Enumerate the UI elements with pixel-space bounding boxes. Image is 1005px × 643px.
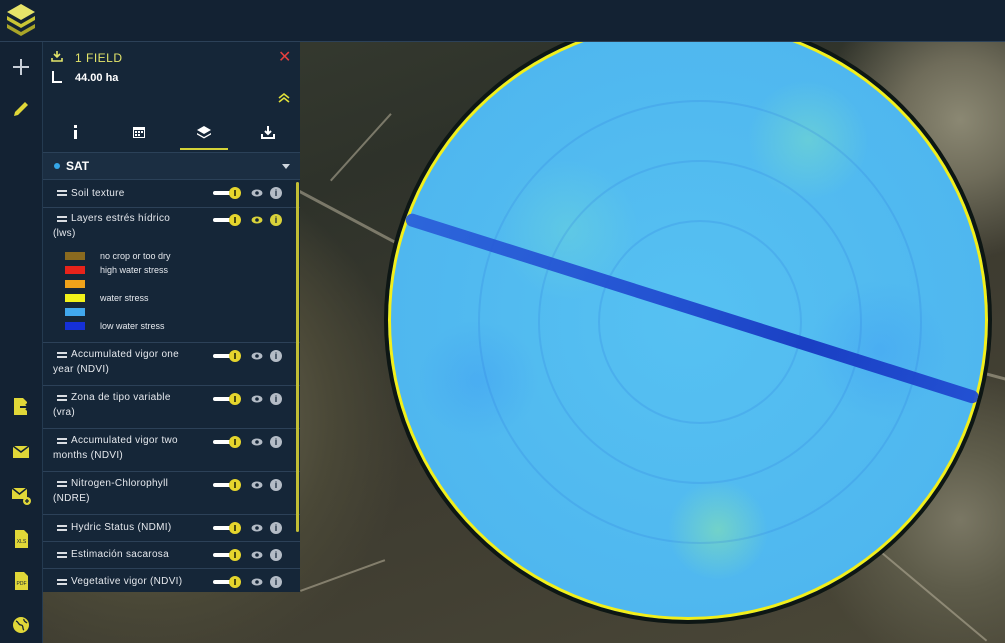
caret-down-icon[interactable] [282, 164, 290, 169]
legend-swatch [65, 252, 85, 260]
layer-name: Vegetative vigor (NDVI) [71, 576, 183, 587]
legend-swatch [65, 308, 85, 316]
info-icon[interactable]: i [270, 549, 282, 561]
field-panel: 1 FIELD ✕ 44.00 ha SAT Soil texture i La… [43, 42, 300, 592]
layer-row[interactable]: Accumulated vigor one year (NDVI) i [43, 343, 300, 386]
layer-row[interactable]: Vegetative vigor (NDVI) i [43, 569, 300, 595]
info-icon[interactable]: i [270, 576, 282, 588]
info-icon [74, 125, 78, 139]
svg-text:XLS: XLS [17, 539, 27, 545]
svg-text:PDF: PDF [17, 581, 27, 587]
calendar-icon [133, 127, 146, 138]
layer-row[interactable]: Nitrogen-Chlorophyll (NDRE) i [43, 472, 300, 515]
legend-label: no crop or too dry [100, 251, 171, 261]
layer-toggle[interactable] [213, 214, 243, 226]
tab-info[interactable] [43, 114, 107, 150]
area-icon [52, 71, 62, 83]
mail-icon[interactable] [8, 438, 34, 464]
legend-label: high water stress [100, 265, 169, 275]
left-toolbar: XLS PDF [0, 42, 43, 643]
eye-icon[interactable] [251, 394, 263, 404]
download-icon [260, 126, 275, 139]
eye-icon[interactable] [251, 351, 263, 361]
layer-toggle[interactable] [213, 479, 243, 491]
download-icon[interactable] [51, 50, 63, 62]
plus-icon[interactable] [8, 54, 34, 80]
eye-icon[interactable] [251, 577, 263, 587]
layer-name-line2: (NDRE) [53, 493, 90, 504]
xls-file-icon[interactable]: XLS [8, 526, 34, 552]
legend-swatch [65, 294, 85, 302]
layer-toggle[interactable] [213, 549, 243, 561]
layer-name-line2: months (NDVI) [53, 450, 124, 461]
layer-row[interactable]: Hydric Status (NDMI) i [43, 515, 300, 542]
layer-toggle[interactable] [213, 187, 243, 199]
legend-swatch [65, 266, 85, 274]
panel-tabs [43, 114, 300, 150]
info-icon[interactable]: i [270, 187, 282, 199]
double-chevron-up-icon[interactable] [277, 92, 291, 104]
info-icon[interactable]: i [270, 214, 282, 226]
layer-name: Accumulated vigor one [71, 349, 180, 360]
layer-name: Hydric Status (NDMI) [71, 522, 172, 533]
layer-toggle[interactable] [213, 522, 243, 534]
app-logo-icon[interactable] [5, 2, 37, 38]
layer-name-line2: (lws) [53, 228, 76, 239]
eye-icon[interactable] [251, 550, 263, 560]
layer-name: Estimación sacarosa [71, 549, 169, 560]
field-area: 44.00 ha [75, 72, 119, 84]
tab-download[interactable] [236, 114, 300, 150]
export-file-icon[interactable] [8, 394, 34, 420]
close-icon[interactable]: ✕ [278, 47, 291, 67]
layer-row[interactable]: Accumulated vigor two months (NDVI) i [43, 429, 300, 472]
field-title: 1 FIELD [75, 51, 123, 65]
layers-icon [196, 126, 211, 139]
layer-toggle[interactable] [213, 436, 243, 448]
source-dot-icon [54, 163, 60, 169]
pdf-file-icon[interactable]: PDF [8, 568, 34, 594]
layer-toggle[interactable] [213, 393, 243, 405]
layer-toggle[interactable] [213, 350, 243, 362]
layer-toggle[interactable] [213, 576, 243, 588]
layer-row[interactable]: Layers estrés hídrico (lws) i no crop or … [43, 208, 300, 343]
layer-row[interactable]: Zona de tipo variable (vra) i [43, 386, 300, 429]
pivot-field-circle[interactable] [384, 16, 992, 624]
layer-list: Soil texture i Layers estrés hídrico (lws… [43, 180, 300, 592]
legend-swatch [65, 322, 85, 330]
tab-calendar[interactable] [107, 114, 171, 150]
layer-name-line2: year (NDVI) [53, 364, 110, 375]
info-icon[interactable]: i [270, 522, 282, 534]
tab-layers[interactable] [172, 114, 236, 150]
globe-icon[interactable] [8, 612, 34, 638]
info-icon[interactable]: i [270, 350, 282, 362]
layer-name: Accumulated vigor two [71, 435, 178, 446]
scrollbar[interactable] [296, 182, 299, 532]
eye-icon[interactable] [251, 215, 263, 225]
eye-icon[interactable] [251, 188, 263, 198]
add-mail-icon[interactable] [8, 482, 34, 508]
source-selector[interactable]: SAT [43, 152, 300, 180]
layer-name: Layers estrés hídrico [71, 213, 171, 224]
pencil-icon[interactable] [8, 96, 34, 122]
source-label: SAT [66, 159, 90, 173]
water-stress-heatmap [388, 20, 988, 620]
eye-icon[interactable] [251, 437, 263, 447]
top-bar [0, 0, 1005, 42]
legend-label: low water stress [100, 321, 165, 331]
legend-label: water stress [100, 293, 149, 303]
field-header: 1 FIELD ✕ 44.00 ha [43, 42, 300, 150]
layer-name-line2: (vra) [53, 407, 76, 418]
layer-name: Zona de tipo variable [71, 392, 171, 403]
eye-icon[interactable] [251, 523, 263, 533]
layer-name: Nitrogen-Chlorophyll [71, 478, 169, 489]
layer-name: Soil texture [71, 188, 125, 199]
layer-row[interactable]: Estimación sacarosa i [43, 542, 300, 569]
eye-icon[interactable] [251, 480, 263, 490]
info-icon[interactable]: i [270, 479, 282, 491]
info-icon[interactable]: i [270, 393, 282, 405]
info-icon[interactable]: i [270, 436, 282, 448]
layer-row[interactable]: Soil texture i [43, 180, 300, 208]
legend-swatch [65, 280, 85, 288]
